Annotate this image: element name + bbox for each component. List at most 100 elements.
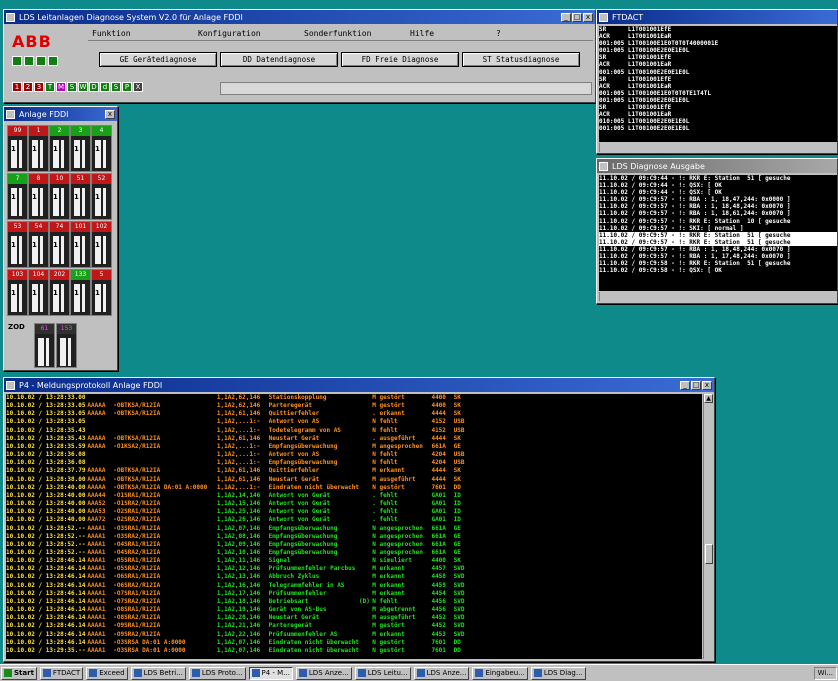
status-box[interactable]: P [122, 82, 132, 92]
node-3[interactable]: 31 [70, 125, 91, 172]
log-row[interactable]: 10.10.02 / 13:28:46.14 AAAA1 -O7SRA1/R12IA… [6, 590, 702, 598]
log-row[interactable]: 10.10.02 / 13:28:46.14 AAAA1 -O5SRA1/R12IA… [6, 557, 702, 565]
log-row[interactable]: 10.10.02 / 13:28:33.05 1,1A2,...1:- Antwor… [6, 418, 702, 426]
node-74[interactable]: 74 1 [49, 221, 70, 268]
log-row[interactable]: 10.10.02 / 13:28:46.14 AAAA1 -O3SRSA DA:01… [6, 639, 702, 647]
log-row[interactable]: 10.10.02 / 13:28:33.00 1,1A2,62,146 Statio… [6, 394, 702, 402]
taskbar-item[interactable]: Eingabeu... [472, 666, 528, 680]
node-99[interactable]: 99 1 [7, 125, 28, 172]
log-row[interactable]: 10.10.02 / 13:28:46.14 AAAA1 -O5SRA2/R12IA… [6, 565, 702, 573]
log-row[interactable]: 10.10.02 / 13:28:52.-- AAAA1 -O4SRA1/R12IA… [6, 541, 702, 549]
log-row[interactable]: 10.10.02 / 13:28:46.14 AAAA1 -O9SRA2/R12IA… [6, 631, 702, 639]
close-button[interactable]: x [702, 380, 712, 390]
ausgabe-titlebar[interactable]: LDS Diagnose Ausgabe [597, 159, 837, 173]
status-box[interactable]: M [56, 82, 66, 92]
log-row[interactable]: 10.10.02 / 13:28:46.14 AAAA1 -O8SRA2/R12IA… [6, 614, 702, 622]
taskbar-item[interactable]: LDS Anze... [295, 666, 352, 680]
status-box[interactable]: 3 [34, 82, 44, 92]
scroll-thumb[interactable] [705, 544, 713, 564]
menu-konfiguration[interactable]: Konfiguration [198, 29, 304, 38]
taskbar-item[interactable]: LDS Betri... [130, 666, 186, 680]
log-row[interactable]: 10.10.02 / 13:28:37.79 AAAAA -OBTKSA/R12IA… [6, 467, 702, 475]
taskbar-item[interactable]: LDS Proto... [188, 666, 246, 680]
log-row[interactable]: 10.10.02 / 13:29:35.-- AAAA1 -O3SRSA DA:01… [6, 647, 702, 655]
node-52[interactable]: 52 1 [91, 173, 112, 220]
log-row[interactable]: 10.10.02 / 13:28:33.05 AAAAA -OBTKSA/R12IA… [6, 402, 702, 410]
logo-button-2[interactable] [24, 56, 34, 66]
start-button[interactable]: Start [1, 666, 37, 680]
status-box[interactable]: S [111, 82, 121, 92]
log-row[interactable]: 10.10.02 / 13:28:46.14 AAAA1 -O7SRA2/R12IA… [6, 598, 702, 606]
logo-button-3[interactable] [36, 56, 46, 66]
status-box[interactable]: S [67, 82, 77, 92]
log-row[interactable]: 10.10.02 / 13:28:35.59 AAAAA -O1KSA2/R12IA… [6, 443, 702, 451]
log-row[interactable]: 10.10.02 / 13:28:36.08 1,1A2,...1:- Antwor… [6, 451, 702, 459]
log-row[interactable]: 10.10.02 / 13:28:40.00 AAA44 -O1SRA1/R12IA… [6, 492, 702, 500]
taskbar-item[interactable]: P4 - M... [248, 666, 293, 680]
node-4[interactable]: 41 [91, 125, 112, 172]
logo-button-4[interactable] [48, 56, 58, 66]
minimize-button[interactable]: _ [561, 12, 571, 22]
node-7[interactable]: 71 [7, 173, 28, 220]
status-box[interactable]: X [133, 82, 143, 92]
ftdact-scrollbar-h[interactable] [599, 143, 837, 152]
taskbar-item[interactable]: LDS Leitu... [354, 666, 411, 680]
node-54[interactable]: 54 1 [28, 221, 49, 268]
node-101[interactable]: 101 1 [70, 221, 91, 268]
log-row[interactable]: 10.10.02 / 13:28:46.14 AAAA1 -O8SRA1/R12IA… [6, 606, 702, 614]
status-box[interactable]: 2 [23, 82, 33, 92]
scroll-up-icon[interactable]: ▲ [704, 394, 713, 403]
status-box[interactable]: T [45, 82, 55, 92]
node-153[interactable]: 153 [56, 323, 77, 368]
status-box[interactable]: W [78, 82, 88, 92]
status-input-field[interactable] [220, 82, 592, 95]
node-51[interactable]: 51 1 [70, 173, 91, 220]
close-button[interactable]: x [105, 109, 115, 119]
node-8[interactable]: 81 [28, 173, 49, 220]
anlage-titlebar[interactable]: Anlage FDDI x [4, 107, 117, 121]
protokoll-scrollbar-v[interactable]: ▲ [703, 394, 713, 659]
log-row[interactable]: 10.10.02 / 13:28:46.14 AAAA1 -O6SRA2/R12IA… [6, 582, 702, 590]
log-row[interactable]: 10.10.02 / 13:28:40.00 AAAAA -OBTKSA/R12IA… [6, 484, 702, 492]
menu-funktion[interactable]: Funktion [92, 29, 198, 38]
node-102[interactable]: 102 1 [91, 221, 112, 268]
taskbar-item[interactable]: LDS Diag... [530, 666, 586, 680]
status-box[interactable]: D [89, 82, 99, 92]
log-row[interactable]: 10.10.02 / 13:28:36.08 1,1A2,...1:- Empfan… [6, 459, 702, 467]
maximize-button[interactable]: □ [691, 380, 701, 390]
ftdact-titlebar[interactable]: FTDACT [597, 10, 837, 24]
log-row[interactable]: 10.10.02 / 13:28:40.00 AAA52 -O1SRA2/R12IA… [6, 500, 702, 508]
protokoll-log[interactable]: 10.10.02 / 13:28:33.00 1,1A2,62,146 Statio… [6, 394, 702, 659]
maximize-button[interactable]: □ [572, 12, 582, 22]
main-titlebar[interactable]: LDS Leitanlagen Diagnose System V2.0 für… [4, 10, 595, 24]
geraetediagnose-button[interactable]: GE Gerätediagnose [99, 52, 217, 67]
log-row[interactable]: 10.10.02 / 13:28:40.00 AAA53 -O2SRA1/R12IA… [6, 508, 702, 516]
statusdiagnose-button[interactable]: ST Statusdiagnose [462, 52, 580, 67]
status-box[interactable]: 1 [12, 82, 22, 92]
protokoll-titlebar[interactable]: P4 - Meldungsprotokoll Anlage FDDI _ □ x [4, 378, 714, 392]
taskbar-item[interactable]: Exceed [86, 666, 128, 680]
taskbar-item[interactable]: LDS Anze... [413, 666, 470, 680]
ausgabe-terminal[interactable]: 11.10.02 / 09:C9:44 - !: RKR E: Station … [599, 175, 837, 291]
logo-button-1[interactable] [12, 56, 22, 66]
node-103[interactable]: 103 1 [7, 269, 28, 316]
node-2[interactable]: 21 [49, 125, 70, 172]
node-104[interactable]: 104 1 [28, 269, 49, 316]
log-row[interactable]: 10.10.02 / 13:28:52.-- AAAA1 -O3SRA2/R12IA… [6, 533, 702, 541]
log-row[interactable]: 10.10.02 / 13:28:35.43 1,1A2,...1:- Todete… [6, 427, 702, 435]
node-133[interactable]: 133 1 [70, 269, 91, 316]
node-5[interactable]: 51 [91, 269, 112, 316]
minimize-button[interactable]: _ [680, 380, 690, 390]
log-row[interactable]: 10.10.02 / 13:28:46.14 AAAA1 -O6SRA1/R12IA… [6, 573, 702, 581]
menu-sonderfunktion[interactable]: Sonderfunktion [304, 29, 410, 38]
node-61[interactable]: 61 [34, 323, 55, 368]
log-row[interactable]: 10.10.02 / 13:28:40.00 AAA72 -O2SRA2/R12IA… [6, 516, 702, 524]
freie-diagnose-button[interactable]: FD Freie Diagnose [341, 52, 459, 67]
node-202[interactable]: 202 1 [49, 269, 70, 316]
log-row[interactable]: 10.10.02 / 13:28:52.-- AAAA1 -O4SRA2/R12IA… [6, 549, 702, 557]
ausgabe-scrollbar-h[interactable] [599, 292, 837, 301]
status-box[interactable]: d [100, 82, 110, 92]
datendiagnose-button[interactable]: DD Datendiagnose [220, 52, 338, 67]
log-row[interactable]: 10.10.02 / 13:28:46.14 AAAA1 -O9SRA1/R12IA… [6, 622, 702, 630]
node-10[interactable]: 10 1 [49, 173, 70, 220]
